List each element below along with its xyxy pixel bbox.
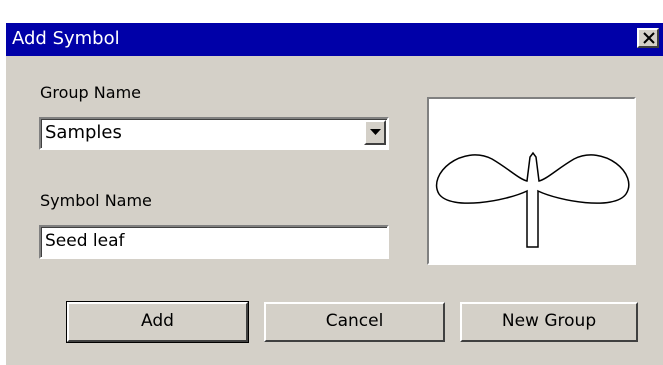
cancel-button[interactable]: Cancel: [264, 302, 445, 342]
new-group-button[interactable]: New Group: [460, 302, 638, 342]
symbol-preview: [427, 97, 636, 265]
symbol-name-label: Symbol Name: [40, 191, 152, 210]
group-name-dropdown[interactable]: Samples: [39, 117, 389, 150]
symbol-name-value: Seed leaf: [45, 231, 125, 251]
close-button[interactable]: [637, 28, 659, 48]
group-name-value: Samples: [45, 122, 122, 143]
dropdown-button[interactable]: [364, 120, 386, 145]
window-title: Add Symbol: [12, 28, 120, 49]
group-name-label: Group Name: [40, 83, 141, 102]
chevron-down-icon: [370, 129, 381, 135]
add-button[interactable]: Add: [66, 301, 249, 343]
title-bar: Add Symbol: [6, 23, 663, 56]
close-icon: [643, 32, 655, 44]
seed-leaf-icon: [436, 151, 630, 248]
symbol-name-input[interactable]: Seed leaf: [39, 225, 389, 259]
